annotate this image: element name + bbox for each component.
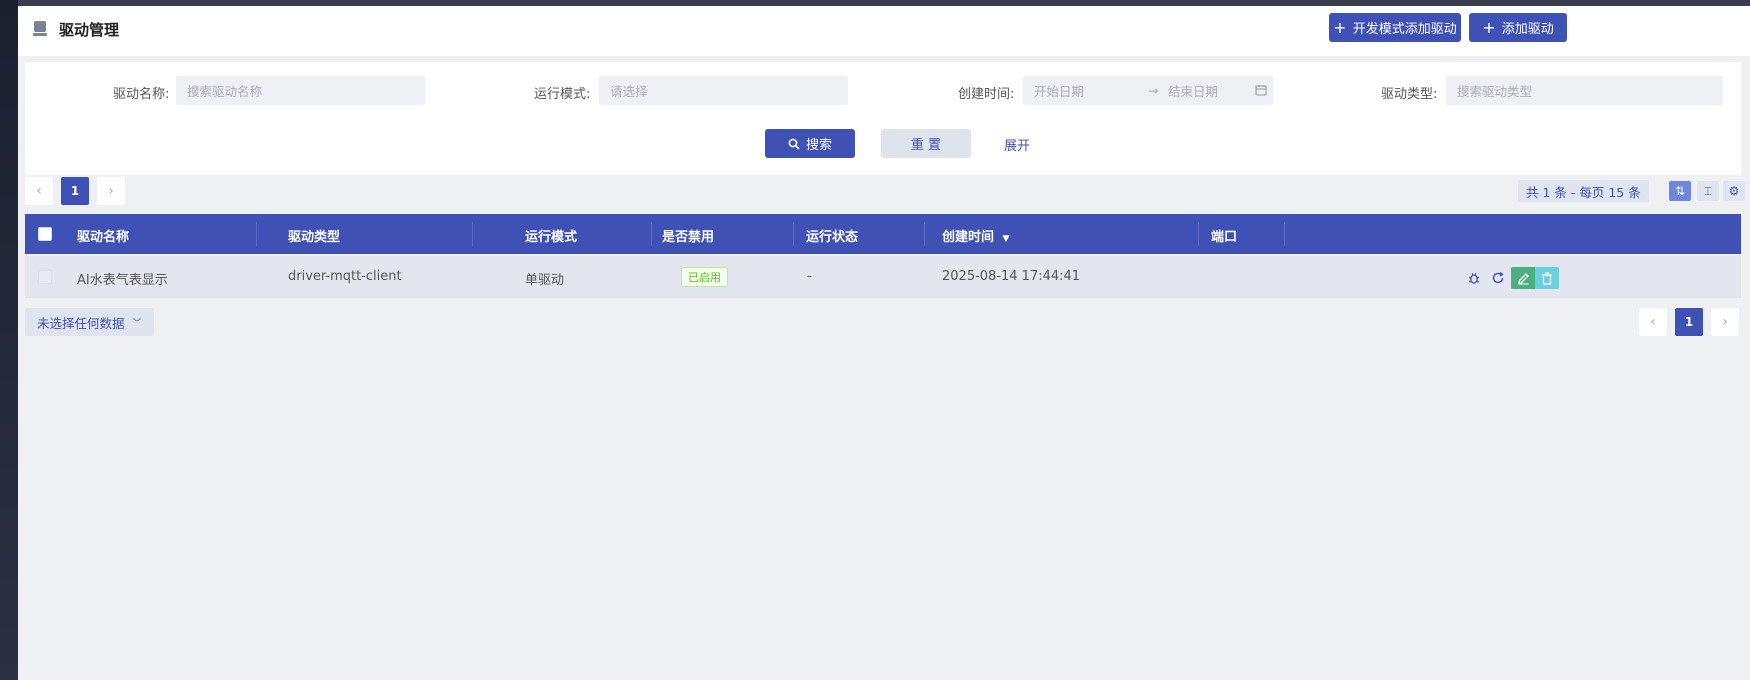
column-driver-name[interactable]: 驱动名称 — [77, 226, 129, 245]
dev-mode-add-driver-button[interactable]: + 开发模式添加驱动 — [1329, 13, 1461, 42]
date-range-picker[interactable]: 开始日期 → 结束日期 — [1023, 76, 1273, 105]
search-button[interactable]: 搜索 — [765, 129, 855, 158]
column-divider — [1198, 222, 1199, 246]
add-driver-button[interactable]: + 添加驱动 — [1469, 13, 1567, 42]
row-checkbox[interactable] — [38, 270, 52, 284]
column-divider — [924, 222, 925, 246]
cell-driver-type: driver-mqtt-client — [288, 269, 402, 284]
bottom-next-page-button[interactable]: › — [1711, 308, 1739, 336]
sidebar-edge — [0, 0, 18, 680]
column-run-mode[interactable]: 运行模式 — [525, 226, 577, 245]
expand-link[interactable]: 展开 — [1004, 135, 1030, 154]
run-mode-select[interactable]: 请选择 — [599, 76, 848, 105]
main-frame: 驱动管理 + 开发模式添加驱动 + 添加驱动 驱动名称: 搜索驱动名称 运行模式… — [18, 6, 1750, 680]
next-page-button[interactable]: › — [97, 177, 125, 205]
chevron-down-icon: ﹀ — [132, 318, 142, 329]
page-header: 驱动管理 + 开发模式添加驱动 + 添加驱动 — [18, 6, 1750, 56]
created-time-label: 创建时间: — [958, 87, 1015, 102]
column-driver-type[interactable]: 驱动类型 — [288, 226, 340, 245]
cell-run-mode: 单驱动 — [525, 273, 565, 288]
total-count: 共 1 条 - 每页 15 条 — [1518, 180, 1649, 202]
column-run-status[interactable]: 运行状态 — [806, 226, 858, 245]
arrow-right-icon: → — [1148, 83, 1159, 98]
column-divider — [1284, 222, 1285, 246]
refresh-icon[interactable] — [1486, 267, 1510, 289]
selection-dropdown[interactable]: 未选择任何数据 ﹀ — [25, 308, 154, 336]
column-created-time[interactable]: 创建时间 ▼ — [942, 226, 1009, 245]
driver-name-input[interactable]: 搜索驱动名称 — [176, 76, 425, 105]
plus-icon: + — [1333, 17, 1347, 37]
column-divider — [472, 222, 473, 246]
settings-icon[interactable]: ⚙ — [1723, 181, 1745, 201]
start-date-input[interactable]: 开始日期 — [1034, 81, 1084, 100]
select-all-checkbox[interactable] — [38, 227, 52, 241]
sort-icon[interactable]: ⇅ — [1669, 181, 1691, 201]
end-date-input[interactable]: 结束日期 — [1168, 81, 1218, 100]
bottom-prev-page-button[interactable]: ‹ — [1639, 308, 1667, 336]
prev-page-button[interactable]: ‹ — [25, 177, 53, 205]
cell-run-status: - — [807, 269, 812, 284]
status-badge: 已启用 — [681, 267, 728, 287]
column-divider — [256, 222, 257, 246]
page-title: 驱动管理 — [59, 21, 120, 39]
column-disabled[interactable]: 是否禁用 — [662, 226, 714, 245]
table-row[interactable]: AI水表气表显示 driver-mqtt-client 单驱动 已启用 - 20… — [25, 256, 1741, 298]
driver-name-label: 驱动名称: — [113, 87, 170, 102]
search-icon — [788, 138, 800, 150]
column-divider — [793, 222, 794, 246]
calendar-icon — [1255, 85, 1267, 96]
sort-desc-icon: ▼ — [1002, 234, 1010, 244]
cell-created-time: 2025-08-14 17:44:41 — [942, 269, 1081, 284]
run-mode-label: 运行模式: — [534, 87, 591, 102]
driver-icon — [33, 21, 47, 36]
edit-icon[interactable] — [1511, 267, 1535, 289]
row-height-icon[interactable]: ⌶ — [1697, 181, 1719, 201]
driver-type-input[interactable]: 搜索驱动类型 — [1446, 76, 1723, 105]
reset-button[interactable]: 重 置 — [881, 129, 971, 158]
column-port[interactable]: 端口 — [1211, 226, 1237, 245]
page-1-button[interactable]: 1 — [61, 177, 89, 205]
table-header: 驱动名称 驱动类型 运行模式 是否禁用 运行状态 创建时间 ▼ 端口 — [25, 214, 1741, 254]
column-divider — [651, 222, 652, 246]
delete-icon[interactable] — [1535, 267, 1559, 289]
driver-type-label: 驱动类型: — [1381, 87, 1438, 102]
bottom-page-1-button[interactable]: 1 — [1675, 308, 1703, 336]
debug-icon[interactable] — [1462, 267, 1486, 289]
cell-driver-name: AI水表气表显示 — [77, 273, 168, 288]
plus-icon: + — [1482, 17, 1496, 37]
filter-panel: 驱动名称: 搜索驱动名称 运行模式: 请选择 创建时间: 开始日期 → 结束日期… — [25, 62, 1741, 175]
